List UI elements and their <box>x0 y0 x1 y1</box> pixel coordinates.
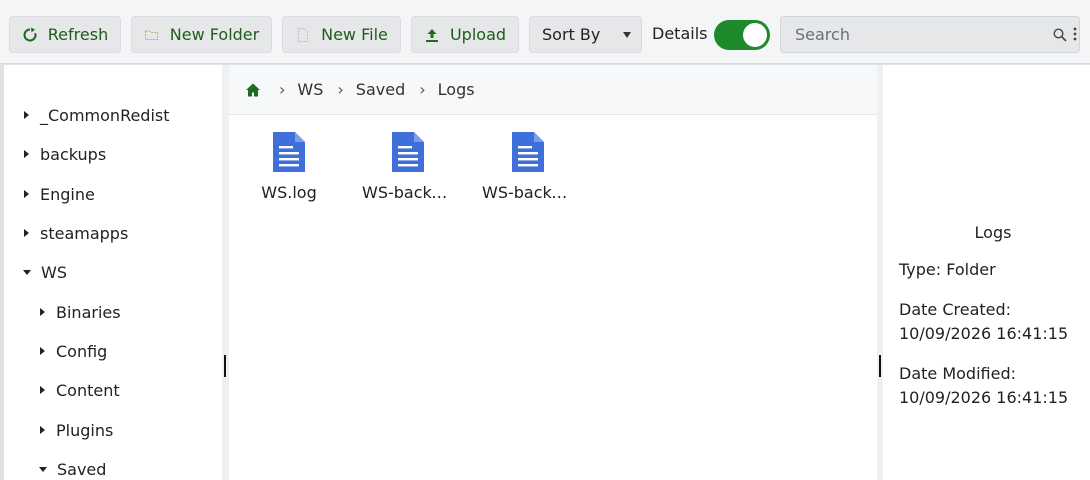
search-input[interactable] <box>781 17 1041 52</box>
details-date-created: 10/09/2026 16:41:15 <box>899 324 1069 343</box>
expand-arrow-icon[interactable] <box>40 426 45 434</box>
expand-arrow-icon[interactable] <box>40 347 45 355</box>
tree-item-label: _CommonRedist <box>40 105 170 125</box>
tree-item-binaries[interactable]: Binaries <box>40 300 121 324</box>
splitter-grip <box>224 355 226 377</box>
file-item[interactable]: WS-backup-1.log <box>353 131 463 211</box>
breadcrumb-item-ws[interactable]: WS <box>297 80 323 99</box>
search-box <box>780 16 1080 53</box>
file-name: WS.log <box>261 183 317 202</box>
document-icon <box>273 132 305 172</box>
splitter-grip <box>879 355 881 377</box>
expand-arrow-icon[interactable] <box>24 190 29 198</box>
upload-icon <box>424 27 440 43</box>
toolbar: Refresh New Folder New File Upload Sort … <box>0 0 1090 64</box>
tree-item-label: steamapps <box>40 223 129 243</box>
upload-label: Upload <box>449 25 507 44</box>
new-folder-button[interactable]: New Folder <box>131 16 272 53</box>
tree-item-plugins[interactable]: Plugins <box>40 418 113 442</box>
new-folder-icon <box>144 27 160 43</box>
tree-item-label: WS <box>41 262 67 282</box>
document-icon <box>512 132 544 172</box>
refresh-label: Refresh <box>47 25 109 44</box>
expand-arrow-icon[interactable] <box>24 111 29 119</box>
expand-arrow-icon[interactable] <box>24 229 29 237</box>
details-date-created-label: Date Created: <box>899 300 1012 319</box>
refresh-icon <box>22 27 38 43</box>
tree-item-backups[interactable]: backups <box>24 142 106 166</box>
breadcrumb: › WS › Saved › Logs <box>229 65 881 115</box>
refresh-button[interactable]: Refresh <box>9 16 121 53</box>
expand-arrow-icon[interactable] <box>24 150 29 158</box>
breadcrumb-separator: › <box>419 80 426 99</box>
sort-by-dropdown[interactable]: Sort By <box>529 16 642 53</box>
file-name: WS-backup-2.log <box>482 183 574 202</box>
sort-by-label: Sort By <box>542 25 601 44</box>
tree-item-label: Content <box>56 380 120 400</box>
left-pane-splitter[interactable] <box>222 65 229 480</box>
folder-tree: _CommonRedist backups Engine steamapps W… <box>4 65 222 480</box>
tree-item-label: Saved <box>57 459 107 479</box>
search-icon[interactable] <box>1053 27 1067 42</box>
tree-item-label: Binaries <box>56 302 121 322</box>
tree-item-label: Plugins <box>56 420 114 440</box>
file-item[interactable]: WS-backup-2.log <box>473 131 583 211</box>
tree-item-label: backups <box>40 144 107 164</box>
new-folder-label: New Folder <box>169 25 260 44</box>
tree-item-saved[interactable]: Saved <box>39 457 106 480</box>
details-toggle[interactable] <box>714 20 770 50</box>
file-view: › WS › Saved › Logs WS.log WS-backup-1.l… <box>229 65 881 480</box>
tree-item-ws[interactable]: WS <box>23 260 67 284</box>
toggle-knob <box>743 23 767 47</box>
file-name: WS-backup-1.log <box>362 183 454 202</box>
tree-item-steamapps[interactable]: steamapps <box>24 221 128 245</box>
details-title: Logs <box>974 223 1012 242</box>
file-item[interactable]: WS.log <box>234 131 344 211</box>
details-pane: Logs Type: Folder Date Created: 10/09/20… <box>883 65 1090 480</box>
document-icon <box>392 132 424 172</box>
details-date-modified: 10/09/2026 16:41:15 <box>899 388 1069 407</box>
expand-arrow-icon[interactable] <box>40 386 45 394</box>
tree-item-engine[interactable]: Engine <box>24 182 95 206</box>
collapse-arrow-icon[interactable] <box>39 466 47 472</box>
details-date-modified-label: Date Modified: <box>899 364 1016 383</box>
chevron-down-icon <box>623 32 631 38</box>
home-icon[interactable] <box>245 82 261 98</box>
breadcrumb-item-saved[interactable]: Saved <box>356 80 405 99</box>
breadcrumb-item-logs[interactable]: Logs <box>438 80 475 99</box>
details-label: Details <box>652 24 708 43</box>
more-options-icon[interactable] <box>1073 26 1077 42</box>
new-file-button[interactable]: New File <box>282 16 401 53</box>
new-file-label: New File <box>321 25 388 44</box>
tree-item-config[interactable]: Config <box>40 339 107 363</box>
upload-button[interactable]: Upload <box>411 16 519 53</box>
tree-item-content[interactable]: Content <box>40 378 120 402</box>
tree-item-label: Config <box>56 341 108 361</box>
breadcrumb-separator: › <box>337 80 344 99</box>
details-type: Type: Folder <box>899 260 996 279</box>
tree-item-label: Engine <box>40 184 95 204</box>
breadcrumb-separator: › <box>279 80 286 99</box>
new-file-icon <box>295 27 311 43</box>
collapse-arrow-icon[interactable] <box>23 269 31 275</box>
tree-item-commonredist[interactable]: _CommonRedist <box>24 103 170 127</box>
expand-arrow-icon[interactable] <box>40 308 45 316</box>
